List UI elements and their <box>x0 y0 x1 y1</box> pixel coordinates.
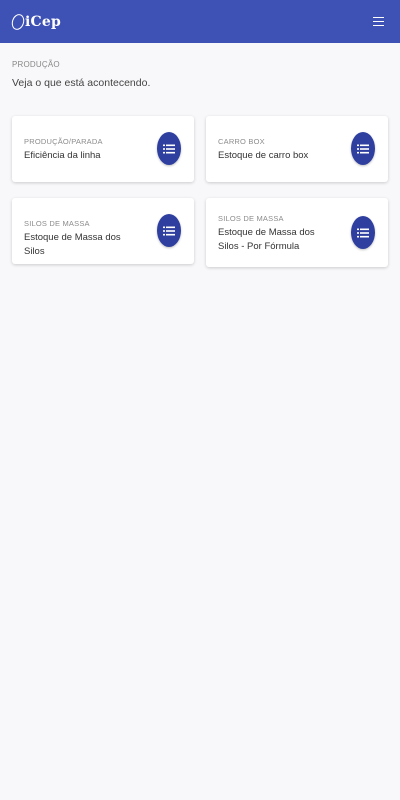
hamburger-menu-icon[interactable] <box>368 12 388 32</box>
list-icon[interactable] <box>157 214 181 247</box>
top-app-bar: iCep <box>0 0 400 43</box>
card-estoque-massa-silos-formula[interactable]: SILOS DE MASSA Estoque de Massa dos Silo… <box>206 198 388 267</box>
app-logo[interactable]: iCep <box>9 12 61 31</box>
list-icon[interactable] <box>351 132 375 165</box>
section-label: PRODUÇÃO <box>12 60 60 69</box>
page-subtitle: Veja o que está acontecendo. <box>12 77 151 89</box>
card-title: Eficiência da linha <box>24 150 101 161</box>
card-title: Estoque de Massa dos Silos - Por Fórmula <box>218 227 315 252</box>
card-eficiencia-linha[interactable]: PRODUÇÃO/PARADA Eficiência da linha <box>12 116 194 182</box>
card-title: Estoque de carro box <box>218 150 309 161</box>
card-carro-box[interactable]: CARRO BOX Estoque de carro box <box>206 116 388 182</box>
logo-mark-icon <box>9 12 27 31</box>
main-content: PRODUÇÃO Veja o que está acontecendo. PR… <box>12 43 388 267</box>
card-estoque-massa-silos[interactable]: SILOS DE MASSA Estoque de Massa dos Silo… <box>12 198 194 264</box>
list-icon[interactable] <box>351 216 375 249</box>
card-kicker: SILOS DE MASSA <box>218 214 284 223</box>
logo-text: iCep <box>25 13 61 30</box>
card-title: Estoque de Massa dos Silos <box>24 232 121 257</box>
list-icon[interactable] <box>157 132 181 165</box>
